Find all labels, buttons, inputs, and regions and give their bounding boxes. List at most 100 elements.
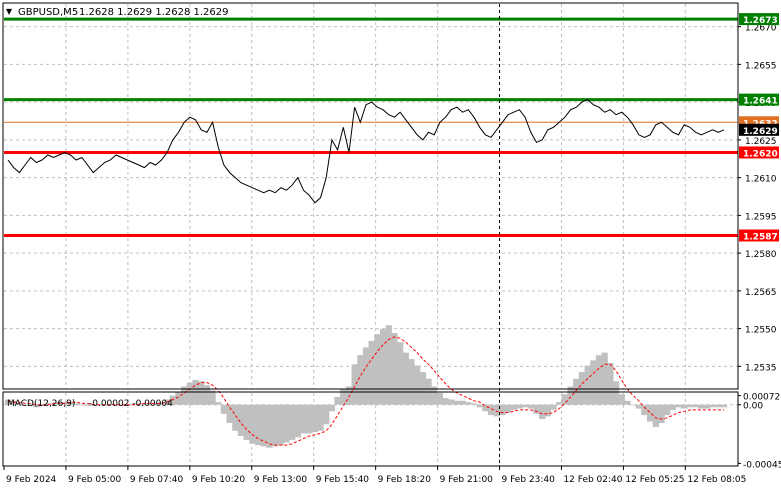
macd-histogram-bar	[493, 404, 500, 417]
macd-histogram-bar	[715, 404, 722, 408]
macd-histogram-bar	[306, 404, 313, 434]
macd-histogram-bar	[624, 400, 631, 405]
macd-histogram-bar	[402, 352, 409, 405]
chart-ohlc: 1.2628 1.2629 1.2628 1.2629	[79, 7, 229, 18]
macd-histogram-bar	[340, 389, 347, 405]
macd-histogram-bar	[709, 404, 716, 408]
price-axis-label: 1.2565	[745, 288, 777, 298]
macd-histogram-bar	[692, 404, 699, 408]
time-axis-label: 9 Feb 18:20	[378, 475, 432, 485]
macd-histogram-bar	[703, 404, 711, 409]
price-tag-label: 1.2673	[743, 16, 778, 26]
macd-histogram-bar	[374, 334, 381, 405]
macd-histogram-bar	[550, 404, 557, 410]
macd-histogram-bar	[681, 404, 688, 409]
time-axis-label: 9 Feb 23:40	[502, 475, 556, 485]
macd-histogram-bar	[465, 402, 472, 405]
macd-indicator-values: -0.00002 -0.00004	[89, 399, 173, 409]
time-axis-label: 12 Feb 08:05	[687, 475, 746, 485]
macd-histogram-bar	[209, 390, 216, 405]
price-axis-label: 1.2625	[745, 137, 777, 147]
macd-histogram-bar	[612, 381, 620, 405]
time-axis-label: 9 Feb 10:20	[192, 475, 246, 485]
triangle-down-icon[interactable]: ▼	[6, 7, 13, 16]
macd-histogram-bar	[311, 404, 318, 433]
macd-histogram-bar	[527, 404, 534, 409]
macd-histogram-bar	[641, 404, 648, 416]
macd-histogram-bar	[453, 400, 461, 405]
price-axis-label: 1.2655	[745, 61, 777, 71]
time-axis-label: 9 Feb 2024	[6, 475, 57, 485]
price-axis-label: 1.2535	[745, 363, 777, 373]
macd-histogram-bar	[544, 404, 551, 417]
macd-histogram-bar	[516, 404, 523, 409]
chart-symbol: GBPUSD,M5	[18, 7, 78, 18]
price-axis-label: 1.2610	[745, 175, 777, 185]
macd-histogram-bar	[277, 404, 284, 446]
price-axis-label: 1.2580	[745, 250, 777, 260]
macd-histogram-bar	[243, 404, 250, 440]
macd-histogram-bar	[669, 404, 676, 410]
macd-histogram-bar	[419, 372, 426, 405]
price-axis-label: 1.2595	[745, 212, 777, 222]
macd-histogram-bar	[635, 404, 642, 409]
macd-histogram-bar	[607, 363, 614, 405]
macd-histogram-bar	[533, 404, 540, 414]
time-axis-label: 9 Feb 15:40	[316, 475, 370, 485]
macd-histogram-bar	[459, 400, 466, 405]
macd-histogram-bar	[590, 360, 597, 405]
macd-histogram-bar	[601, 352, 608, 405]
macd-histogram-bar	[522, 404, 529, 408]
macd-histogram-bar	[442, 398, 449, 405]
macd-histogram-bar	[720, 404, 728, 408]
macd-histogram-bar	[351, 364, 358, 405]
macd-histogram-bar	[618, 394, 625, 405]
macd-histogram-bar	[78, 404, 85, 406]
macd-histogram-bar	[317, 404, 324, 431]
macd-histogram-bar	[476, 404, 483, 408]
macd-histogram-bar	[186, 382, 193, 405]
macd-histogram-bar	[220, 404, 228, 414]
macd-histogram-bar	[300, 404, 307, 434]
macd-histogram-bar	[664, 404, 671, 416]
macd-indicator-name: MACD(12,26,9)	[7, 399, 75, 409]
price-tag-label: 1.2629	[743, 127, 778, 137]
macd-histogram-bar	[436, 393, 443, 405]
macd-histogram-bar	[397, 342, 404, 405]
time-axis-label: 12 Feb 02:40	[563, 475, 622, 485]
macd-histogram-bar	[499, 404, 506, 416]
macd-histogram-bar	[271, 404, 279, 447]
macd-histogram-bar	[482, 404, 489, 412]
macd-histogram-bar	[658, 404, 665, 423]
macd-histogram-bar	[249, 404, 256, 444]
macd-histogram-bar	[266, 404, 273, 448]
price-tag-label: 1.2620	[743, 149, 778, 159]
chart-canvas: 1.26701.26551.26401.26251.26101.25951.25…	[0, 0, 781, 489]
macd-histogram-bar	[368, 340, 375, 405]
macd-histogram-bar	[584, 365, 591, 405]
macd-histogram-bar	[539, 404, 546, 419]
price-tag-label: 1.2587	[743, 233, 778, 243]
macd-histogram-bar	[334, 396, 341, 405]
macd-histogram-bar	[357, 355, 364, 405]
macd-histogram-bar	[470, 403, 478, 405]
macd-axis-label: -0.00045	[743, 460, 781, 470]
macd-histogram-bar	[504, 404, 512, 413]
macd-histogram-bar	[289, 404, 296, 440]
macd-histogram-bar	[379, 329, 387, 405]
macd-histogram-bar	[698, 404, 705, 409]
time-axis-label: 9 Feb 13:00	[254, 475, 308, 485]
time-axis-label: 12 Feb 05:25	[625, 475, 684, 485]
price-tag-label: 1.2641	[743, 97, 778, 107]
macd-histogram-bar	[652, 404, 659, 427]
macd-histogram-bar	[561, 394, 568, 405]
macd-histogram-bar	[362, 347, 370, 405]
macd-histogram-bar	[578, 372, 586, 405]
macd-histogram-bar	[323, 404, 330, 425]
time-axis-label: 9 Feb 05:00	[68, 475, 122, 485]
macd-histogram-bar	[556, 402, 563, 405]
time-axis-label: 9 Feb 07:40	[130, 475, 184, 485]
time-axis-label: 9 Feb 21:00	[440, 475, 494, 485]
macd-histogram-bar	[385, 325, 392, 405]
macd-histogram-bar	[391, 333, 398, 405]
